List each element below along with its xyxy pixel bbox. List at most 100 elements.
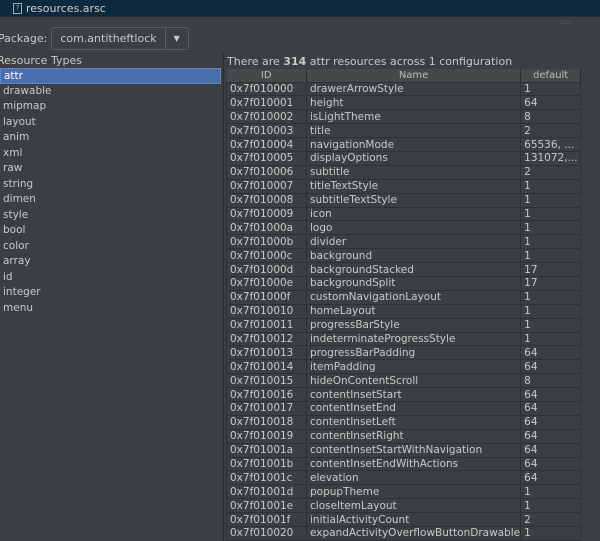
resource-type-bool[interactable]: bool	[0, 223, 223, 239]
table-row[interactable]: 0x7f010000 drawerArrowStyle 1	[226, 81, 582, 97]
resource-type-style[interactable]: style	[0, 208, 223, 224]
cell-id: 0x7f010011	[226, 317, 307, 333]
cell-default: 64	[520, 428, 582, 444]
resource-type-raw[interactable]: raw	[0, 161, 223, 177]
cell-name: contentInsetRight	[305, 428, 522, 444]
table-row[interactable]: 0x7f010013 progressBarPadding 64	[226, 345, 582, 361]
table-row[interactable]: 0x7f010010 homeLayout 1	[226, 303, 582, 319]
cell-name: expandActivityOverflowButtonDrawable	[305, 526, 522, 541]
table-row[interactable]: 0x7f010020 expandActivityOverflowButtonDr…	[226, 526, 582, 541]
table-row[interactable]: 0x7f010019 contentInsetRight 64	[226, 428, 582, 444]
resource-type-integer[interactable]: integer	[0, 285, 223, 301]
table-row[interactable]: 0x7f01000e backgroundSplit 17	[226, 275, 582, 291]
package-label: Package:	[0, 31, 48, 45]
table-row[interactable]: 0x7f010014 itemPadding 64	[226, 359, 582, 375]
resource-type-menu[interactable]: menu	[0, 301, 223, 317]
table-row[interactable]: 0x7f010012 indeterminateProgressStyle 1	[226, 331, 582, 347]
table-row[interactable]: 0x7f010017 contentInsetEnd 64	[226, 400, 582, 416]
cell-name: homeLayout	[305, 303, 522, 319]
cell-name: height	[305, 95, 522, 111]
cell-id: 0x7f010000	[226, 81, 307, 97]
table-row[interactable]: 0x7f01000c background 1	[226, 248, 582, 264]
cell-id: 0x7f010009	[226, 206, 307, 222]
table-row[interactable]: 0x7f010016 contentInsetStart 64	[226, 387, 582, 402]
column-header-default[interactable]: default	[520, 69, 582, 82]
cell-id: 0x7f010005	[226, 150, 307, 166]
table-row[interactable]: 0x7f010005 displayOptions 131072,...	[226, 150, 582, 166]
cell-name: navigationMode	[305, 137, 522, 152]
column-header-id[interactable]: ID	[226, 69, 307, 82]
cell-id: 0x7f010015	[226, 373, 307, 389]
cell-name: hideOnContentScroll	[305, 373, 522, 389]
resource-type-array[interactable]: array	[0, 254, 223, 270]
cell-default: 64	[520, 359, 582, 375]
cell-default: 17	[520, 262, 582, 277]
resource-type-id[interactable]: id	[0, 270, 223, 286]
table-row[interactable]: 0x7f01001c elevation 64	[226, 470, 582, 486]
table-row[interactable]: 0x7f010011 progressBarStyle 1	[226, 317, 582, 333]
cell-id: 0x7f010019	[226, 428, 307, 444]
cell-default: 1	[520, 484, 582, 500]
resource-type-dimen[interactable]: dimen	[0, 192, 223, 208]
cell-name: backgroundSplit	[305, 275, 522, 291]
table-row[interactable]: 0x7f01000a logo 1	[226, 220, 582, 236]
resource-type-drawable[interactable]: drawable	[0, 84, 223, 100]
cell-default: 64	[520, 345, 582, 361]
resource-type-xml[interactable]: xml	[0, 146, 223, 162]
cell-id: 0x7f010020	[226, 526, 307, 541]
cell-default: 1	[520, 317, 582, 333]
cell-default: 64	[520, 470, 582, 486]
table-row[interactable]: 0x7f01000d backgroundStacked 17	[226, 262, 582, 277]
cell-default: 8	[520, 109, 582, 125]
summary-count: 314	[283, 55, 307, 68]
resource-type-attr[interactable]: attr	[0, 68, 221, 84]
cell-id: 0x7f010004	[226, 137, 307, 152]
cell-id: 0x7f01001c	[226, 470, 307, 486]
table-row[interactable]: 0x7f01000f customNavigationLayout 1	[226, 289, 582, 305]
table-row[interactable]: 0x7f01001d popupTheme 1	[226, 484, 582, 500]
table-row[interactable]: 0x7f010002 isLightTheme 8	[226, 109, 582, 125]
table-row[interactable]: 0x7f010007 titleTextStyle 1	[226, 178, 582, 194]
resource-type-string[interactable]: string	[0, 177, 223, 193]
cell-name: isLightTheme	[305, 109, 522, 125]
table-row[interactable]: 0x7f010003 title 2	[226, 123, 582, 139]
cell-id: 0x7f010018	[226, 414, 307, 430]
cell-default: 1	[520, 220, 582, 236]
cell-default: 1	[520, 81, 582, 97]
table-row[interactable]: 0x7f01001f initialActivityCount 2	[226, 512, 582, 527]
cell-id: 0x7f01000e	[226, 275, 307, 291]
tab-resources-arsc[interactable]: ? resources.arsc	[13, 1, 106, 16]
column-header-name[interactable]: Name	[306, 69, 522, 82]
resize-grip[interactable]: :::::	[560, 19, 570, 26]
cell-name: contentInsetStart	[305, 387, 522, 402]
cell-id: 0x7f010008	[226, 192, 307, 208]
table-row[interactable]: 0x7f010008 subtitleTextStyle 1	[226, 192, 582, 208]
table-row[interactable]: 0x7f010015 hideOnContentScroll 8	[226, 373, 582, 389]
table-row[interactable]: 0x7f01001e closeItemLayout 1	[226, 498, 582, 514]
cell-name: itemPadding	[305, 359, 522, 375]
summary-prefix: There are	[227, 55, 284, 68]
cell-name: drawerArrowStyle	[305, 81, 522, 97]
cell-default: 17	[520, 275, 582, 291]
table-row[interactable]: 0x7f010006 subtitle 2	[226, 164, 582, 180]
resource-type-color[interactable]: color	[0, 239, 223, 255]
package-dropdown[interactable]: com.antitheftlock ▼	[51, 26, 189, 50]
cell-id: 0x7f010013	[226, 345, 307, 361]
table-row[interactable]: 0x7f010001 height 64	[226, 95, 582, 111]
cell-name: popupTheme	[305, 484, 522, 500]
table-row[interactable]: 0x7f01001a contentInsetStartWithNavigatio…	[226, 442, 582, 458]
table-row[interactable]: 0x7f01001b contentInsetEndWithActions 64	[226, 456, 582, 472]
table-row[interactable]: 0x7f010018 contentInsetLeft 64	[226, 414, 582, 430]
table-row[interactable]: 0x7f010004 navigationMode 65536, ...	[226, 137, 582, 152]
resource-type-mipmap[interactable]: mipmap	[0, 99, 223, 115]
cell-default: 1	[520, 206, 582, 222]
table-row[interactable]: 0x7f010009 icon 1	[226, 206, 582, 222]
resource-type-anim[interactable]: anim	[0, 130, 223, 146]
cell-default: 1	[520, 331, 582, 347]
cell-id: 0x7f01000f	[226, 289, 307, 305]
resource-type-layout[interactable]: layout	[0, 115, 223, 131]
resource-types-header: Resource Types	[0, 54, 82, 67]
cell-name: elevation	[305, 470, 522, 486]
cell-id: 0x7f01000d	[226, 262, 307, 277]
table-row[interactable]: 0x7f01000b divider 1	[226, 234, 582, 250]
